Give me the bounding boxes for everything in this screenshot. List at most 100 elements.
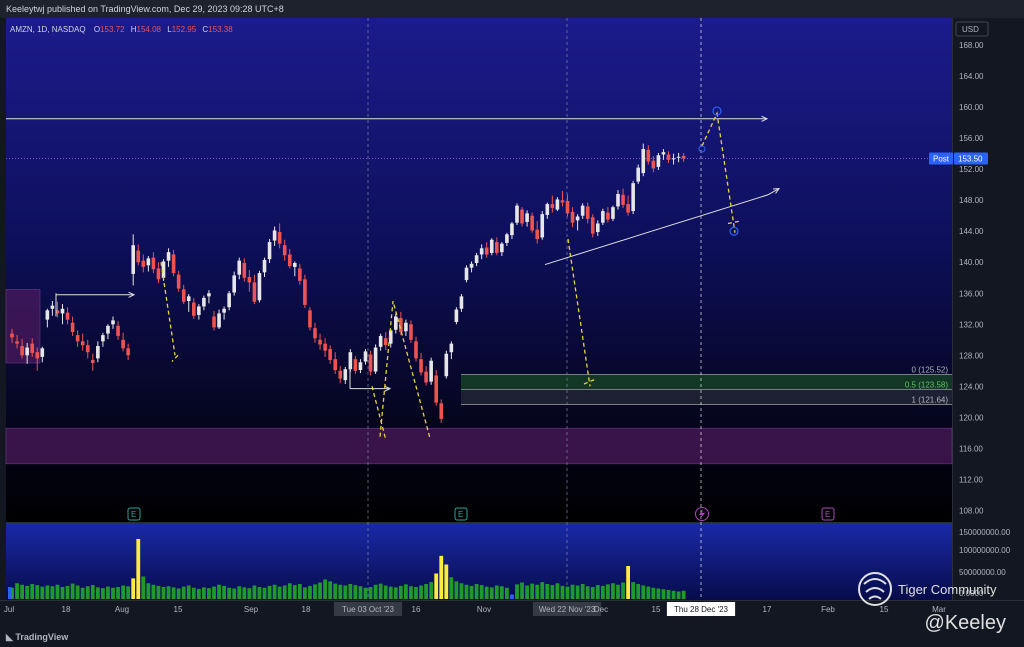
candle-body: [550, 204, 555, 208]
candle-body: [520, 209, 524, 224]
price-tick-label: 164.00: [959, 72, 984, 81]
volume-bar: [25, 585, 30, 599]
volume-bar: [510, 594, 514, 599]
price-tick-label: 112.00: [959, 475, 983, 484]
candle-body: [363, 351, 368, 362]
candle-body: [419, 359, 423, 373]
volume-bar: [186, 585, 191, 599]
symbol-name: AMZN, 1D, NASDAQ: [10, 25, 86, 34]
candle-body: [20, 345, 24, 356]
volume-bar: [631, 582, 636, 599]
candle-body: [80, 341, 85, 346]
volume-bar: [262, 587, 267, 599]
candle-body: [181, 289, 186, 302]
candle-body: [656, 155, 661, 167]
candle-body: [474, 255, 479, 264]
volume-bar: [575, 585, 580, 599]
volume-bar: [196, 588, 201, 599]
candle-body: [257, 273, 262, 301]
volume-tick-label: 50000000.00: [959, 568, 1006, 577]
volume-bar: [626, 566, 630, 599]
candle-body: [272, 230, 277, 241]
volume-bar: [560, 585, 565, 599]
price-tick-label: 132.00: [959, 320, 984, 329]
candle-body: [378, 335, 383, 347]
volume-bar: [161, 587, 166, 599]
time-axis-background[interactable]: [0, 600, 1024, 620]
time-tick-label: 18: [62, 605, 71, 614]
candle-body: [580, 205, 585, 216]
candle-body: [65, 312, 70, 320]
candle-body: [429, 360, 433, 382]
volume-bar: [297, 584, 302, 599]
volume-bar: [50, 586, 55, 599]
time-tick-label: Dec: [594, 605, 608, 614]
volume-bar: [398, 585, 403, 599]
volume-bar: [141, 576, 146, 599]
volume-bar: [429, 582, 434, 599]
candle-body: [530, 215, 534, 231]
volume-bar: [207, 588, 211, 599]
volume-bar: [358, 586, 363, 599]
volume-bar: [585, 586, 590, 599]
volume-bar: [181, 586, 186, 599]
candle-body: [414, 341, 418, 359]
volume-bar: [616, 584, 620, 599]
volume-bar: [530, 583, 535, 599]
volume-bar: [151, 584, 156, 599]
volume-bar: [121, 585, 125, 599]
price-tick-label: 124.00: [959, 382, 984, 391]
candle-body: [444, 353, 449, 377]
volume-bar: [611, 583, 615, 599]
volume-bar: [343, 585, 348, 599]
volume-bar: [550, 585, 555, 599]
volume-bar: [641, 585, 646, 599]
high-value: 154.08: [137, 25, 162, 34]
candle-body: [267, 242, 272, 260]
candle-body: [661, 152, 666, 155]
volume-bar: [646, 586, 651, 599]
volume-bar: [55, 584, 60, 599]
candle-body: [60, 308, 65, 314]
volume-bar: [277, 586, 282, 599]
price-tick-label: 168.00: [959, 41, 984, 50]
candle-body: [323, 343, 327, 351]
volume-bar: [505, 587, 509, 599]
volume-bar: [166, 586, 171, 599]
tradingview-logo[interactable]: ◣ TradingView: [6, 628, 68, 647]
price-chart[interactable]: 168.00 164.00 160.00 156.00 152.00 148.00 144.…: [0, 18, 1024, 628]
candle-body: [171, 254, 176, 274]
volume-bar: [60, 587, 65, 599]
candle-body: [146, 258, 151, 266]
purple-bottom-zone[interactable]: [5, 427, 953, 465]
volume-bar: [171, 587, 176, 599]
volume-bar: [661, 589, 666, 599]
volume-bar: [388, 586, 393, 599]
volume-bar: [353, 585, 358, 599]
candle-body: [10, 333, 14, 338]
volume-bar: [454, 581, 459, 599]
volume-bar: [20, 584, 24, 599]
candle-body: [545, 204, 550, 215]
time-tick-label: Feb: [821, 605, 835, 614]
volume-bar: [287, 583, 292, 599]
volume-bar: [393, 587, 398, 599]
candle-body: [25, 347, 29, 356]
candle-body: [368, 354, 373, 372]
volume-bar: [424, 584, 428, 599]
volume-bar: [242, 587, 247, 599]
open-value: 153.72: [100, 25, 125, 34]
volume-bar: [595, 585, 600, 599]
volume-tick-label: 100000000.00: [959, 546, 1011, 555]
candle-body: [136, 250, 141, 263]
candle-body: [192, 302, 196, 316]
volume-bar: [308, 585, 312, 599]
volume-bar: [439, 555, 444, 599]
candle-body: [621, 194, 625, 205]
candle-body: [186, 296, 191, 302]
candle-body: [111, 320, 115, 325]
volume-bar: [30, 584, 35, 599]
candle-body: [287, 254, 292, 267]
candle-body: [333, 359, 337, 371]
candle-body: [207, 293, 211, 297]
